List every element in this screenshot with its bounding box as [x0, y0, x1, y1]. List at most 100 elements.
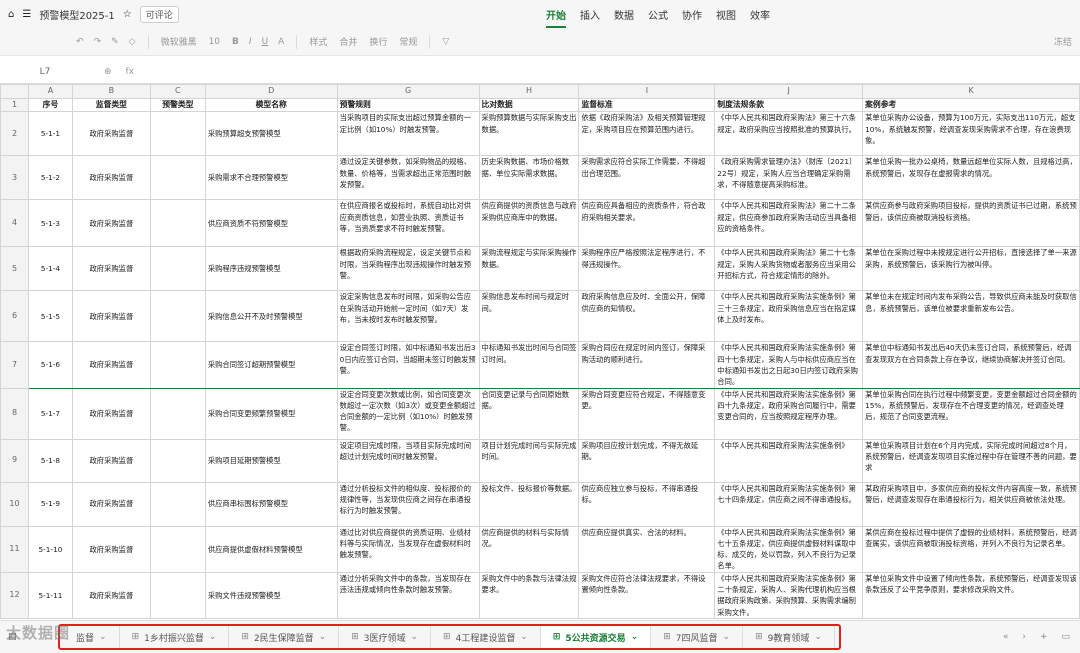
table-cell[interactable]: 采购合同变更应符合规定，不得随意变更。 — [578, 387, 716, 440]
table-cell[interactable]: 政府采购监督 — [71, 438, 151, 483]
table-cell[interactable]: 政府采购监督 — [71, 525, 151, 573]
menu-5[interactable]: 视图 — [716, 5, 736, 24]
table-cell[interactable]: 某单位采购项目计划在6个月内完成，实际完成时间超过8个月，系统预警后，经调查发现… — [862, 438, 1080, 483]
chevron-down-icon[interactable]: ⌄ — [319, 632, 327, 642]
table-cell[interactable]: 设定合同签订时限，如中标通知书发出后30日内应签订合同，当超期未签订时触发预警。 — [336, 341, 480, 389]
table-cell[interactable]: 政府采购监督 — [71, 341, 151, 389]
header-cell[interactable]: 预警类型 — [149, 97, 206, 113]
row-header[interactable]: 2 — [0, 111, 29, 157]
table-cell[interactable]: 政府采购监督 — [71, 387, 151, 440]
sheet-tab-1[interactable]: ⊞ 1乡村振兴监督 ⌄ — [120, 626, 230, 648]
chevron-down-icon[interactable]: ⌄ — [814, 632, 822, 642]
table-cell[interactable]: 5-1-10 — [27, 525, 73, 573]
column-header-K[interactable]: K — [862, 84, 1080, 99]
table-cell[interactable]: 政府采购监督 — [71, 571, 151, 619]
header-cell[interactable]: 监督类型 — [71, 97, 151, 113]
table-cell[interactable]: 政府采购监督 — [71, 481, 151, 527]
table-cell[interactable] — [149, 111, 206, 157]
row-header[interactable]: 7 — [0, 341, 29, 389]
cell-reference[interactable]: L7 — [0, 67, 90, 77]
table-cell[interactable]: 采购程序违规预警模型 — [204, 246, 338, 292]
italic-icon[interactable]: I — [249, 37, 252, 47]
star-icon[interactable]: ☆ — [123, 9, 132, 20]
table-cell[interactable]: 5-1-5 — [27, 290, 73, 343]
table-cell[interactable]: 通过比对供应商提供的资质证明、业绩材料等与实际情况，当发现存在虚假材料时触发预警… — [336, 525, 480, 573]
format-painter-icon[interactable]: ✎ — [111, 37, 119, 47]
menu-4[interactable]: 协作 — [682, 5, 702, 24]
table-cell[interactable] — [149, 290, 206, 343]
table-cell[interactable]: 政府采购监督 — [71, 155, 151, 201]
table-cell[interactable]: 《中华人民共和国政府采购法实施条例》第二十条规定，采购人、采购代理机构应当根据政… — [714, 571, 864, 619]
sheet-tab-4[interactable]: ⊞ 4工程建设监督 ⌄ — [431, 626, 541, 648]
header-cell[interactable]: 模型名称 — [204, 97, 338, 113]
table-cell[interactable]: 《政府采购需求管理办法》（财库〔2021〕22号）规定，采购人应当合理确定采购需… — [714, 155, 864, 201]
table-cell[interactable]: 某供应商在投标过程中提供了虚假的业绩材料，系统预警后，经调查属实，该供应商被取消… — [862, 525, 1080, 573]
wrap-button[interactable]: 换行 — [369, 35, 387, 48]
table-cell[interactable]: 政府采购监督 — [71, 290, 151, 343]
row-header[interactable]: 4 — [0, 199, 29, 248]
table-cell[interactable]: 某单位采购一批办公桌椅，数量远超单位实际人数，且规格过高，系统预警后，发现存在虚… — [862, 155, 1080, 201]
table-cell[interactable]: 《中华人民共和国政府采购法实施条例》第四十七条规定，采购人与中标供应商应当在中标… — [714, 341, 864, 389]
table-cell[interactable]: 某单位采购文件中设置了倾向性条款，系统预警后，经调查发现该条款违反了公平竞争原则… — [862, 571, 1080, 619]
table-cell[interactable]: 5-1-4 — [27, 246, 73, 292]
header-cell[interactable]: 制度法规条款 — [714, 97, 864, 113]
table-cell[interactable]: 《中华人民共和国政府采购法实施条例》 — [714, 438, 864, 483]
menu-2[interactable]: 数据 — [614, 5, 634, 24]
row-header[interactable]: 1 — [0, 97, 29, 113]
table-cell[interactable]: 《中华人民共和国政府采购法实施条例》第三十三条规定，政府采购信息应当在指定媒体上… — [714, 290, 864, 343]
table-cell[interactable]: 采购文件违规预警模型 — [204, 571, 338, 619]
table-cell[interactable]: 某单位在采购过程中未按规定进行公开招标，直接选择了单一来源采购，系统预警后，该采… — [862, 246, 1080, 292]
table-cell[interactable]: 5-1-7 — [27, 387, 73, 440]
table-cell[interactable]: 设定合同变更次数或比例，如合同变更次数超过一定次数（如3次）或变更金额超过合同金… — [336, 387, 480, 440]
row-header[interactable]: 8 — [0, 387, 29, 440]
table-cell[interactable]: 采购预算数据与实际采购支出数据。 — [478, 111, 580, 157]
number-format-select[interactable]: 常规 — [399, 35, 417, 48]
table-cell[interactable]: 历史采购数据、市场价格数据、单位实际需求数据。 — [478, 155, 580, 201]
chevron-down-icon[interactable]: ⌄ — [631, 632, 639, 642]
zoom-icon[interactable]: ⊕ — [104, 67, 112, 77]
table-cell[interactable]: 供应商应提供真实、合法的材料。 — [578, 525, 716, 573]
row-header[interactable]: 9 — [0, 438, 29, 483]
table-cell[interactable]: 依据《政府采购法》及相关预算管理规定，采购项目应在预算范围内进行。 — [578, 111, 716, 157]
table-cell[interactable]: 政府采购信息应及时、全面公开，保障供应商的知情权。 — [578, 290, 716, 343]
table-cell[interactable] — [149, 387, 206, 440]
header-cell[interactable]: 比对数据 — [478, 97, 580, 113]
table-cell[interactable]: 供应商提供虚假材料预警模型 — [204, 525, 338, 573]
freeze-button[interactable]: 冻结 — [1054, 35, 1080, 48]
table-cell[interactable]: 供应商串标围标预警模型 — [204, 481, 338, 527]
table-cell[interactable]: 5-1-3 — [27, 199, 73, 248]
table-cell[interactable]: 供应商提供的资质信息与政府采购供应商库中的数据。 — [478, 199, 580, 248]
table-cell[interactable]: 《中华人民共和国政府采购法》第二十七条规定，采购人采购货物或者服务应当采用公开招… — [714, 246, 864, 292]
chevron-down-icon[interactable]: ⌄ — [723, 632, 731, 642]
menu-icon[interactable]: ☰ — [22, 9, 31, 20]
table-cell[interactable]: 在供应商报名或投标时，系统自动比对供应商资质信息，如营业执照、资质证书等，当资质… — [336, 199, 480, 248]
table-cell[interactable]: 某单位采购合同在执行过程中频繁变更，变更金额超过合同金额的15%，系统预警后，发… — [862, 387, 1080, 440]
table-cell[interactable]: 采购合同签订超期预警模型 — [204, 341, 338, 389]
bold-icon[interactable]: B — [232, 37, 239, 47]
table-cell[interactable]: 采购信息发布时间与规定时间。 — [478, 290, 580, 343]
table-cell[interactable]: 采购信息公开不及时预警模型 — [204, 290, 338, 343]
column-header-G[interactable]: G — [336, 84, 480, 99]
table-cell[interactable]: 5-1-11 — [27, 571, 73, 619]
table-cell[interactable]: 5-1-6 — [27, 341, 73, 389]
table-cell[interactable]: 供应商应具备相应的资质条件，符合政府采购相关要求。 — [578, 199, 716, 248]
table-cell[interactable]: 某政府采购项目中，多家供应商的投标文件内容高度一致，系统预警后，经调查发现存在串… — [862, 481, 1080, 527]
font-size-select[interactable]: 10 — [209, 37, 220, 47]
table-cell[interactable]: 《中华人民共和国政府采购法》第二十二条规定，供应商参加政府采购活动应当具备相应的… — [714, 199, 864, 248]
clear-format-icon[interactable]: ◇ — [129, 37, 136, 47]
table-cell[interactable]: 设定采购信息发布时间限，如采购公告应在采购活动开始前一定时间（如7天）发布，当未… — [336, 290, 480, 343]
column-header-I[interactable]: I — [578, 84, 716, 99]
table-cell[interactable] — [149, 155, 206, 201]
sheet-tab-2[interactable]: ⊞ 2民生保障监督 ⌄ — [229, 626, 340, 648]
table-cell[interactable]: 采购需求应符合实际工作需要，不得超出合理范围。 — [578, 155, 716, 201]
table-cell[interactable]: 某单位中标通知书发出后40天仍未签订合同，系统预警后，经调查发现双方在合同条款上… — [862, 341, 1080, 389]
table-cell[interactable]: 政府采购监督 — [71, 111, 151, 157]
table-cell[interactable]: 5-1-8 — [27, 438, 73, 483]
column-header-D[interactable]: D — [204, 84, 338, 99]
table-cell[interactable]: 通过分析投标文件的相似度、投标报价的规律性等，当发现供应商之间存在串通投标行为时… — [336, 481, 480, 527]
sheet-options-icon[interactable]: ▭ — [1061, 632, 1070, 642]
scroll-tabs-left-icon[interactable]: « — [1003, 632, 1009, 642]
redo-icon[interactable]: ↷ — [94, 37, 102, 47]
table-cell[interactable]: 《中华人民共和国政府采购法实施条例》第七十五条规定，供应商提供虚假材料谋取中标、… — [714, 525, 864, 573]
menu-6[interactable]: 效率 — [750, 5, 770, 24]
